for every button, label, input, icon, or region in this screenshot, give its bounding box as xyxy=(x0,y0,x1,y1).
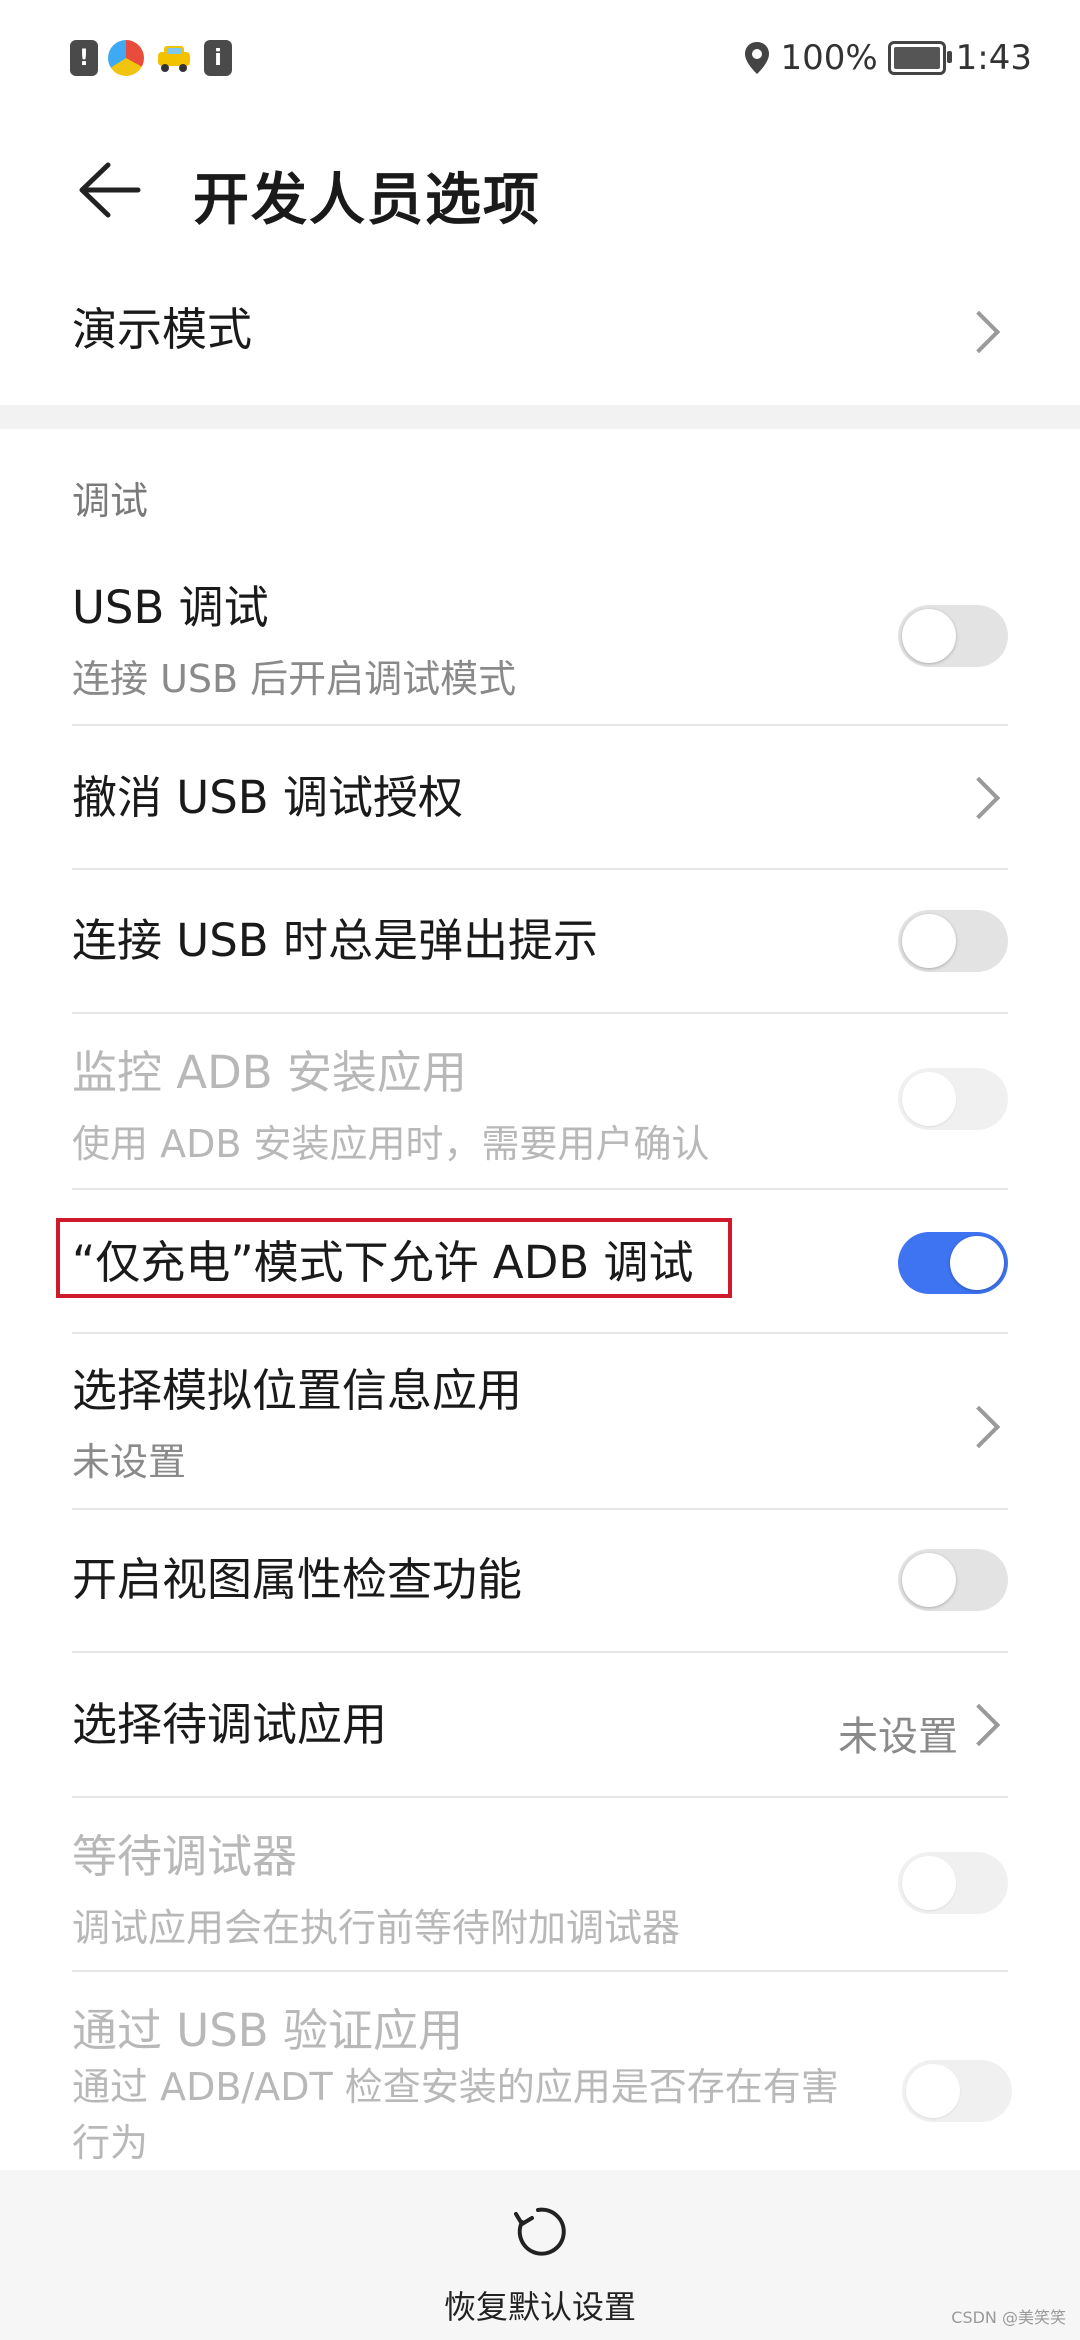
select-debug-app-item[interactable]: 选择待调试应用 未设置 xyxy=(72,1702,1008,1760)
highlight-box xyxy=(56,1218,732,1298)
usb-debug-toggle[interactable] xyxy=(898,605,1008,667)
usb-prompt-toggle[interactable] xyxy=(898,910,1008,972)
alert-icon: ! xyxy=(70,40,98,76)
wait-debugger-toggle[interactable] xyxy=(898,1852,1008,1914)
item-label: 等待调试器 xyxy=(72,1830,298,1883)
view-attribute-toggle[interactable] xyxy=(898,1549,1008,1611)
item-value: 未设置 xyxy=(838,1714,958,1760)
wait-debugger-item[interactable]: 等待调试器 调试应用会在执行前等待附加调试器 xyxy=(72,1834,1008,1952)
reset-label: 恢复默认设置 xyxy=(443,2288,636,2326)
demo-mode-label: 演示模式 xyxy=(72,303,253,356)
toggle-knob xyxy=(902,914,956,968)
status-right: 100% 1:43 xyxy=(744,38,1032,78)
back-arrow-icon[interactable] xyxy=(72,155,142,225)
toggle-knob xyxy=(902,609,956,663)
item-subtitle: 连接 USB 后开启调试模式 xyxy=(72,657,517,701)
item-label: 撤消 USB 调试授权 xyxy=(72,771,463,824)
browser-icon xyxy=(108,40,144,76)
watermark: CSDN @美笑笑 xyxy=(951,2308,1066,2327)
divider xyxy=(72,1012,1008,1014)
info-icon: i xyxy=(204,40,232,76)
divider xyxy=(72,1796,1008,1798)
toggle-knob xyxy=(902,1553,956,1607)
monitor-adb-install-item[interactable]: 监控 ADB 安装应用 使用 ADB 安装应用时，需要用户确认 xyxy=(72,1050,1008,1168)
item-label: 选择模拟位置信息应用 xyxy=(72,1364,523,1417)
item-subtitle: 调试应用会在执行前等待附加调试器 xyxy=(72,1906,681,1950)
toggle-knob xyxy=(902,1072,956,1126)
usb-prompt-item[interactable]: 连接 USB 时总是弹出提示 xyxy=(72,910,1008,972)
monitor-adb-install-toggle[interactable] xyxy=(898,1068,1008,1130)
divider xyxy=(72,1332,1008,1334)
section-gap xyxy=(0,405,1080,429)
toggle-knob xyxy=(906,2064,960,2118)
divider xyxy=(72,1651,1008,1653)
item-label: USB 调试 xyxy=(72,581,269,634)
status-bar: ! i 100% 1:43 xyxy=(0,0,1080,125)
notification-icons: ! i xyxy=(70,40,232,76)
item-label: 通过 USB 验证应用 xyxy=(72,2004,463,2057)
section-title-debug: 调试 xyxy=(72,479,149,523)
item-subtitle: 通过 ADB/ADT 检查安装的应用是否存在有害行为 xyxy=(72,2065,839,2165)
battery-charging-icon xyxy=(887,41,952,75)
taxi-icon xyxy=(154,40,194,76)
divider xyxy=(72,1970,1008,1972)
bottom-bar: 恢复默认设置 CSDN @美笑笑 xyxy=(0,2170,1080,2340)
title-bar: 开发人员选项 xyxy=(0,125,1080,255)
demo-mode-item[interactable]: 演示模式 xyxy=(72,307,1008,367)
location-icon xyxy=(745,42,770,74)
charge-only-adb-toggle[interactable] xyxy=(898,1232,1008,1294)
verify-usb-apps-toggle[interactable] xyxy=(902,2060,1012,2122)
item-subtitle: 未设置 xyxy=(72,1440,187,1484)
battery-percent: 100% xyxy=(780,38,878,78)
clock-time: 1:43 xyxy=(955,38,1032,78)
page-title: 开发人员选项 xyxy=(193,168,541,233)
revoke-usb-auth-item[interactable]: 撤消 USB 调试授权 xyxy=(72,775,1008,820)
item-label: 连接 USB 时总是弹出提示 xyxy=(72,914,598,967)
toggle-knob xyxy=(902,1856,956,1910)
refresh-icon xyxy=(514,2207,566,2256)
toggle-knob xyxy=(950,1236,1004,1290)
verify-usb-apps-item[interactable]: 通过 USB 验证应用 通过 ADB/ADT 检查安装的应用是否存在有害行为 xyxy=(72,2008,1012,2171)
reset-button[interactable]: 恢复默认设置 xyxy=(380,2170,700,2340)
item-label: 监控 ADB 安装应用 xyxy=(72,1046,467,1099)
item-label: 开启视图属性检查功能 xyxy=(72,1553,523,1606)
mock-location-app-item[interactable]: 选择模拟位置信息应用 未设置 xyxy=(72,1368,1008,1486)
usb-debug-item[interactable]: USB 调试 连接 USB 后开启调试模式 xyxy=(72,585,1008,703)
view-attribute-item[interactable]: 开启视图属性检查功能 xyxy=(72,1549,1008,1611)
item-subtitle: 使用 ADB 安装应用时，需要用户确认 xyxy=(72,1122,710,1166)
divider xyxy=(72,868,1008,870)
divider xyxy=(72,1188,1008,1190)
divider xyxy=(72,1508,1008,1510)
divider xyxy=(72,724,1008,726)
